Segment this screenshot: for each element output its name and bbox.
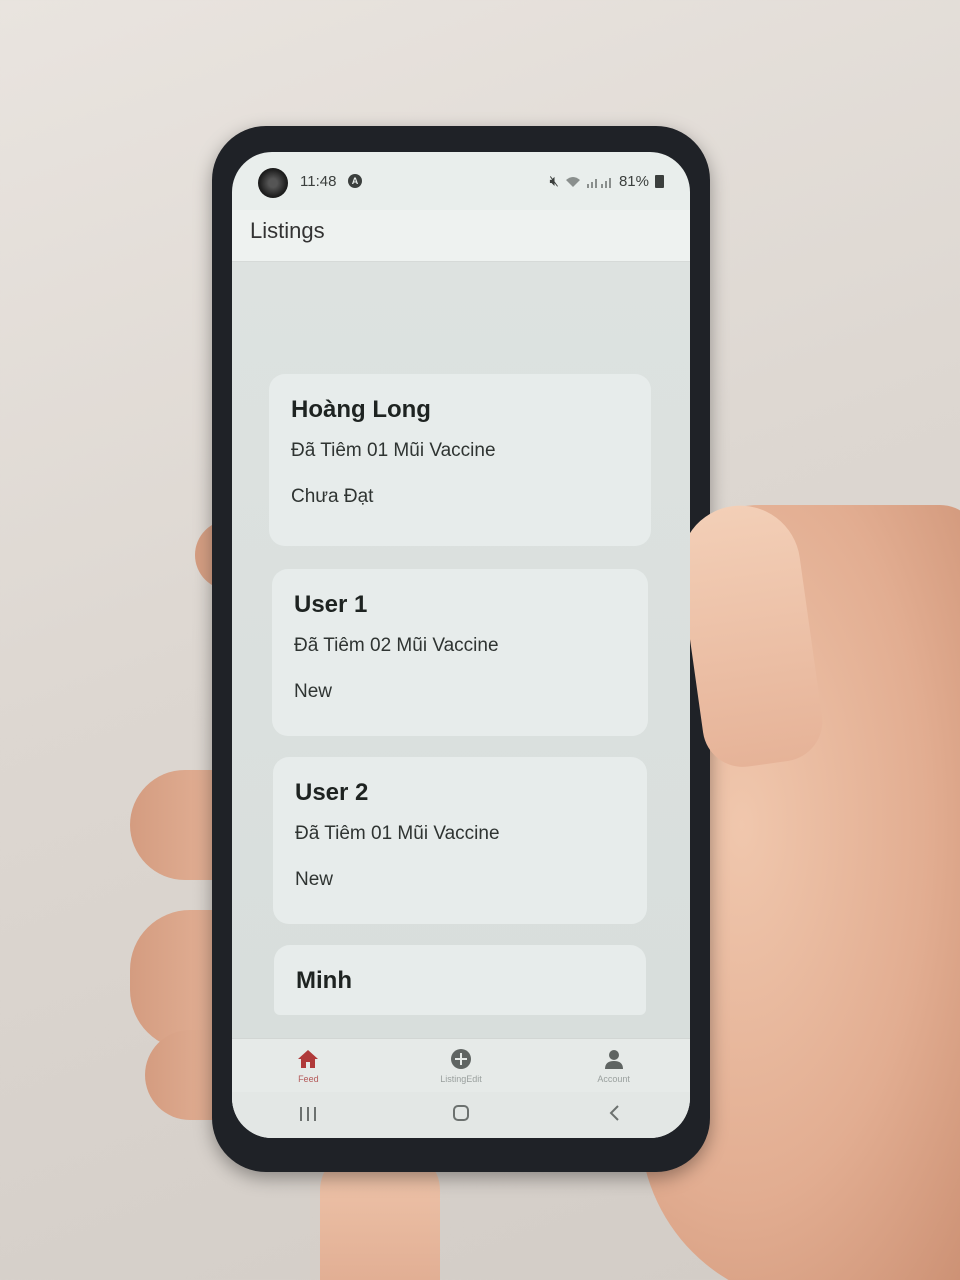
listing-dose: Đã Tiêm 01 Mũi Vaccine [295, 823, 500, 844]
listing-name: Hoàng Long [291, 396, 431, 423]
back-button[interactable] [584, 1102, 644, 1128]
phone-screen: 11:48 A 🔇︎ 81% Listings Hoàng Long Đã Ti… [232, 152, 690, 1138]
listing-name: User 1 [294, 591, 368, 618]
add-circle-icon [450, 1048, 472, 1070]
person-icon [603, 1048, 625, 1070]
listing-dose: Đã Tiêm 01 Mũi Vaccine [291, 440, 496, 461]
battery-percent: 81% [618, 173, 649, 190]
nav-account-label: Account [597, 1073, 630, 1084]
listing-status: Chưa Đạt [291, 486, 374, 507]
back-chevron-icon [609, 1105, 619, 1121]
nav-feed[interactable]: Feed [248, 1048, 368, 1084]
listing-status: New [294, 681, 333, 702]
page-title: Listings [250, 218, 325, 243]
home-square-icon [452, 1105, 469, 1121]
battery-icon [655, 175, 664, 188]
system-icons: 🔇︎ 81% [550, 173, 664, 190]
listing-card[interactable]: User 1 Đã Tiêm 02 Mũi Vaccine New [272, 569, 648, 736]
listings-list[interactable]: Hoàng Long Đã Tiêm 01 Mũi Vaccine Chưa Đ… [232, 262, 690, 1038]
notification-a-icon: A [348, 174, 362, 188]
status-bar: 11:48 A 🔇︎ 81% [232, 152, 690, 210]
wifi-icon [565, 176, 580, 187]
nav-listing-edit[interactable]: ListingEdit [401, 1048, 521, 1084]
nav-feed-label: Feed [298, 1073, 319, 1084]
listing-card[interactable]: Hoàng Long Đã Tiêm 01 Mũi Vaccine Chưa Đ… [269, 374, 651, 546]
recents-button[interactable] [278, 1102, 338, 1128]
home-button[interactable] [431, 1102, 491, 1128]
listing-name: User 2 [295, 779, 369, 806]
listing-status: New [295, 869, 334, 890]
system-nav-bar [232, 1092, 690, 1138]
signal-icon [586, 177, 611, 188]
recents-icon [300, 1107, 317, 1121]
status-time: 11:48 [300, 173, 337, 190]
front-camera [258, 168, 288, 198]
nav-listing-edit-label: ListingEdit [440, 1073, 482, 1084]
app-header: Listings [232, 210, 690, 262]
listing-card[interactable]: User 2 Đã Tiêm 01 Mũi Vaccine New [273, 757, 647, 924]
listing-card[interactable]: Minh [274, 945, 646, 1015]
mute-icon: 🔇︎ [549, 173, 559, 190]
home-icon [297, 1048, 319, 1070]
listing-name: Minh [296, 967, 352, 994]
bottom-nav: Feed ListingEdit Account [232, 1038, 690, 1092]
listing-dose: Đã Tiêm 02 Mũi Vaccine [294, 635, 499, 656]
nav-account[interactable]: Account [554, 1048, 674, 1084]
